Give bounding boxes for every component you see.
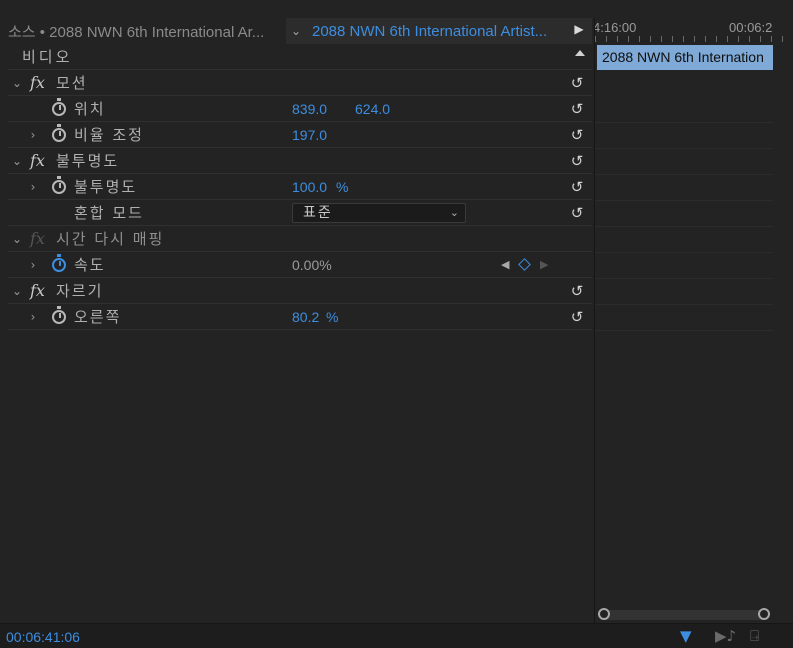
reset-icon[interactable]: ↺ [568, 100, 586, 118]
crop-right-unit: % [326, 308, 339, 325]
timeline-zoom-scrollbar[interactable] [598, 608, 770, 620]
collapse-up-icon[interactable] [575, 50, 585, 56]
chevron-down-icon: ⌄ [449, 206, 459, 219]
reset-icon[interactable]: ↺ [568, 204, 586, 222]
time-ruler[interactable]: 4:16:00 00:06:2 [595, 18, 793, 42]
fx-icon: fx [30, 229, 45, 248]
current-timecode[interactable]: 00:06:41:06 [6, 629, 80, 645]
param-label: 혼합 모드 [74, 204, 144, 222]
twirl-right-icon[interactable]: › [26, 180, 40, 194]
ruler-ticks [595, 36, 793, 42]
effect-name: 모션 [56, 74, 88, 92]
param-blend-mode: 혼합 모드 표준 ⌄ ↺ [8, 200, 592, 226]
twirl-right-icon[interactable]: › [26, 128, 40, 142]
effect-name: 시간 다시 매핑 [56, 230, 165, 248]
blend-mode-select[interactable]: 표준 ⌄ [292, 203, 466, 223]
reset-icon[interactable]: ↺ [568, 178, 586, 196]
add-keyframe-icon[interactable] [518, 258, 531, 271]
row-line [595, 122, 773, 123]
param-scale: › 비율 조정 197.0 ↺ [8, 122, 592, 148]
param-label: 불투명도 [74, 178, 138, 196]
row-line [595, 304, 773, 305]
twirl-down-icon[interactable]: ⌄ [10, 76, 24, 90]
source-tab[interactable]: 소스 • 2088 NWN 6th International Ar... [8, 18, 285, 44]
row-line [595, 252, 773, 253]
next-keyframe-icon[interactable]: ▶ [540, 258, 548, 271]
fx-icon[interactable]: fx [30, 73, 45, 92]
scale-value[interactable]: 197.0 [292, 127, 327, 143]
row-line [595, 278, 773, 279]
row-line [595, 226, 773, 227]
fx-icon[interactable]: fx [30, 151, 45, 170]
twirl-down-icon[interactable]: ⌄ [10, 284, 24, 298]
twirl-right-icon[interactable]: › [26, 258, 40, 272]
reset-icon[interactable]: ↺ [568, 126, 586, 144]
panel-footer: 00:06:41:06 ▼ ▶♪ ⍈ [0, 623, 793, 648]
effect-motion[interactable]: ⌄ fx 모션 ↺ [8, 70, 592, 96]
reset-icon[interactable]: ↺ [568, 152, 586, 170]
scroll-handle-right[interactable] [758, 608, 770, 620]
param-label: 오른쪽 [74, 308, 122, 326]
param-label: 위치 [74, 100, 106, 118]
ruler-start-label: 4:16:00 [595, 20, 637, 35]
video-section-label: 비디오 [22, 48, 73, 66]
param-label: 비율 조정 [74, 126, 144, 144]
video-section-header: 비디오 [8, 44, 592, 70]
source-tab-label: 소스 • 2088 NWN 6th International Ar... [8, 23, 265, 41]
ruler-end-label: 00:06:2 [729, 20, 773, 35]
twirl-down-icon[interactable]: ⌄ [10, 232, 24, 246]
prev-keyframe-icon[interactable]: ◀ [501, 258, 509, 271]
twirl-right-icon[interactable]: › [26, 310, 40, 324]
effect-crop[interactable]: ⌄ fx 자르기 ↺ [8, 278, 592, 304]
position-x-value[interactable]: 839.0 [292, 101, 327, 117]
fx-icon[interactable]: fx [30, 281, 45, 300]
mini-timeline[interactable]: 4:16:00 00:06:2 2088 NWN 6th Internation [595, 18, 793, 623]
reset-icon[interactable]: ↺ [568, 74, 586, 92]
stopwatch-icon[interactable] [52, 97, 66, 116]
row-line [595, 148, 773, 149]
effect-controls-panel: 소스 • 2088 NWN 6th International Ar... ⌄ … [0, 0, 793, 648]
reset-icon[interactable]: ↺ [568, 282, 586, 300]
param-crop-right: › 오른쪽 80.2 % ↺ [8, 304, 592, 330]
effect-name: 자르기 [56, 282, 104, 300]
speed-value[interactable]: 0.00% [292, 257, 332, 273]
play-audio-icon[interactable]: ▶♪ [715, 627, 736, 645]
param-opacity: › 불투명도 100.0 % ↺ [8, 174, 592, 200]
effect-name: 불투명도 [56, 152, 120, 170]
effect-time-remapping[interactable]: ⌄ fx 시간 다시 매핑 [8, 226, 592, 252]
crop-right-value[interactable]: 80.2 [292, 309, 319, 325]
row-line [595, 200, 773, 201]
stopwatch-icon[interactable] [52, 175, 66, 194]
param-position: 위치 839.0 624.0 ↺ [8, 96, 592, 122]
param-speed: › 속도 0.00% ◀ ▶ [8, 252, 592, 278]
row-line [595, 174, 773, 175]
stopwatch-icon[interactable] [52, 305, 66, 324]
twirl-down-icon[interactable]: ⌄ [10, 154, 24, 168]
clip-tab-label: 2088 NWN 6th International Artist... [312, 22, 548, 40]
row-line [595, 330, 773, 331]
blend-mode-value: 표준 [303, 205, 333, 221]
filter-icon[interactable]: ▼ [680, 627, 692, 645]
position-y-value[interactable]: 624.0 [355, 101, 390, 117]
timeline-clip[interactable]: 2088 NWN 6th Internation [597, 45, 773, 70]
scroll-handle-left[interactable] [598, 608, 610, 620]
reset-icon[interactable]: ↺ [568, 308, 586, 326]
opacity-unit: % [336, 178, 349, 195]
chevron-down-icon[interactable]: ⌄ [286, 24, 306, 38]
clip-tab[interactable]: ⌄ 2088 NWN 6th International Artist... [286, 18, 592, 44]
stopwatch-icon[interactable] [52, 253, 66, 272]
export-icon[interactable]: ⍈ [750, 627, 759, 645]
opacity-value[interactable]: 100.0 [292, 179, 327, 195]
stopwatch-icon[interactable] [52, 123, 66, 142]
play-icon[interactable]: ▶ [571, 22, 587, 40]
param-label: 속도 [74, 256, 106, 274]
effect-opacity[interactable]: ⌄ fx 불투명도 ↺ [8, 148, 592, 174]
